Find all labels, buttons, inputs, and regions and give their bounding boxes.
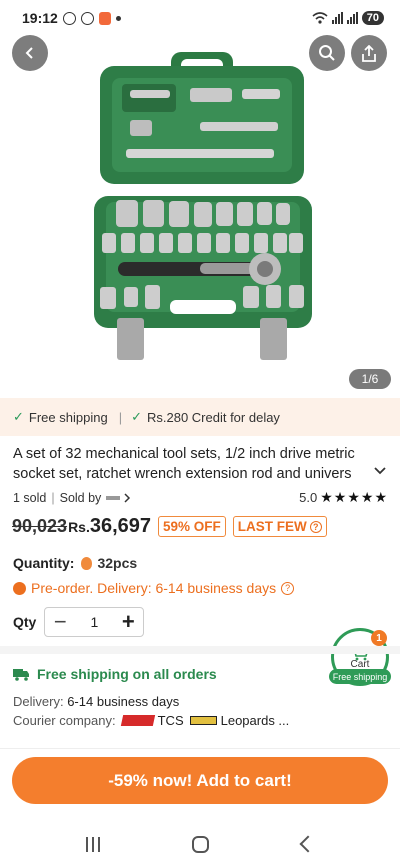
image-counter: 1/6 [349, 369, 391, 389]
check-icon: ✓ [131, 409, 142, 424]
share-icon [362, 44, 376, 62]
stock-badge[interactable]: LAST FEW? [232, 516, 327, 537]
seller-logo-icon [106, 495, 121, 500]
courier-tcs: TCS [157, 713, 184, 728]
help-icon: ? [281, 581, 295, 595]
tcs-logo-icon [120, 715, 155, 726]
signal-2-icon [346, 12, 358, 24]
share-button[interactable] [351, 35, 387, 71]
back-icon[interactable] [299, 835, 317, 853]
cart-count-badge: 1 [371, 630, 387, 646]
product-image[interactable]: 19:12 70 1/6 [0, 0, 400, 396]
leopards-logo-icon [189, 716, 217, 725]
quantity-label: Quantity: [13, 555, 75, 571]
quantity-stepper: − 1 + [44, 607, 145, 637]
decrease-button[interactable]: − [51, 611, 69, 633]
delivery-label: Delivery: [13, 694, 64, 709]
wifi-icon [312, 12, 328, 24]
free-shipping-label: Free shipping [28, 409, 108, 425]
rating-value: 5.0 [299, 490, 318, 505]
sales-info-row: 1 sold | Sold by 5.0 ★★★★★ [13, 489, 388, 506]
increase-button[interactable]: + [119, 611, 137, 633]
more-notifications-icon [115, 15, 121, 21]
truck-icon [13, 668, 29, 681]
check-icon: ✓ [13, 409, 24, 424]
back-button[interactable] [12, 35, 48, 71]
recents-icon[interactable] [86, 836, 101, 852]
sold-by-label[interactable]: Sold by [60, 491, 102, 505]
rating-stars-icon: ★★★★★ [320, 489, 388, 505]
quantity-info: Quantity: 32pcs [13, 555, 137, 571]
preorder-text: Pre-order. Delivery: 6-14 business days [31, 580, 277, 596]
delay-credit-label: Rs.280 Credit for delay [146, 409, 280, 425]
original-price: 90,023 [12, 516, 68, 536]
system-nav-bar [0, 822, 400, 866]
battery-indicator: 70 [361, 11, 384, 25]
cart-label: Cart [350, 658, 370, 670]
divider: | [118, 409, 123, 425]
search-icon [319, 45, 335, 61]
sync-icon [80, 11, 94, 25]
clock-icon [13, 581, 26, 595]
current-price: 36,697 [89, 515, 152, 537]
search-button[interactable] [309, 35, 345, 71]
chevron-down-icon[interactable] [372, 463, 388, 479]
status-bar: 19:12 70 [0, 0, 400, 36]
quantity-input[interactable]: 1 [90, 614, 98, 630]
floating-cart-button[interactable]: Cart 1 Free shipping [329, 628, 391, 686]
add-to-cart-button[interactable]: -59% now! Add to cart! [12, 757, 388, 804]
preorder-notice[interactable]: Pre-order. Delivery: 6-14 business days … [13, 580, 295, 596]
delivery-value: 6-14 business days [67, 694, 180, 709]
rating[interactable]: 5.0 ★★★★★ [299, 489, 388, 506]
courier-info[interactable]: Courier company: TCS Leopards ... [13, 713, 289, 728]
quantity-value: 32pcs [97, 555, 138, 571]
divider: | [51, 490, 55, 505]
courier-label: Courier company: [13, 713, 116, 728]
chevron-left-icon [25, 47, 33, 59]
signal-icon [331, 12, 343, 24]
status-time: 19:12 [22, 10, 58, 26]
app-notification-icon [98, 11, 111, 25]
delivery-info: Delivery: 6-14 business days [13, 694, 179, 709]
chevron-right-icon[interactable] [123, 492, 131, 503]
section-divider [0, 646, 400, 654]
home-icon[interactable] [192, 835, 210, 853]
quantity-stepper-row: Qty − 1 + [13, 607, 145, 637]
discount-badge: 59% OFF [158, 516, 226, 537]
shipping-strip[interactable]: ✓ Free shipping | ✓ Rs.280 Credit for de… [0, 398, 400, 436]
free-shipping-heading[interactable]: Free shipping on all orders [13, 666, 217, 682]
help-icon: ? [309, 520, 322, 533]
currency: Rs. [68, 518, 90, 535]
price-row: 90,023 Rs. 36,697 59% OFF LAST FEW? [12, 515, 327, 538]
whatsapp-icon [62, 11, 76, 25]
product-title: A set of 32 mechanical tool sets, 1/2 in… [13, 446, 355, 482]
cart-free-shipping-ribbon: Free shipping [329, 669, 391, 684]
flame-icon [81, 556, 93, 570]
qty-label: Qty [13, 614, 37, 630]
courier-leopards: Leopards ... [220, 713, 290, 728]
section-divider [0, 748, 400, 749]
sold-count: 1 sold [13, 490, 47, 505]
